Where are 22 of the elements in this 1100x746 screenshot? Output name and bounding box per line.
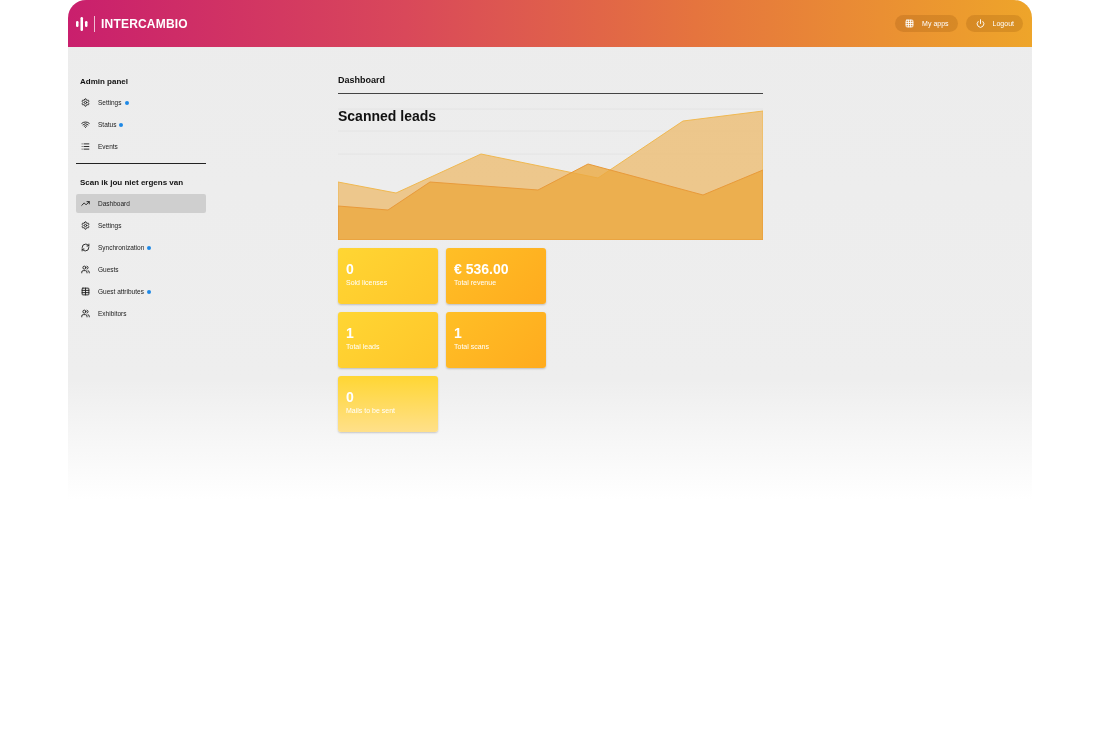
- settings-icon: [81, 221, 90, 230]
- settings-icon: [81, 98, 90, 107]
- people-icon: [81, 309, 90, 318]
- stat-value: 1: [346, 325, 355, 341]
- chart-title: Scanned leads: [338, 108, 437, 124]
- brand-name: INTERCAMBIO: [94, 15, 188, 32]
- trend-line-icon: [81, 199, 90, 208]
- logo-icon: [76, 16, 88, 31]
- list-icon: [81, 142, 90, 151]
- grid-icon: [905, 19, 915, 28]
- sync-icon: [81, 243, 90, 252]
- section-title: Scan ik jou niet ergens van: [79, 177, 185, 189]
- section-title: Admin panel: [79, 76, 129, 88]
- stat-value: 0: [346, 261, 355, 277]
- stat-value: € 536.00: [454, 261, 510, 277]
- table-icon: [81, 287, 90, 296]
- stat-value: 1: [454, 325, 463, 341]
- people-icon: [81, 265, 90, 274]
- page-title: Dashboard: [338, 75, 763, 94]
- wifi-icon: [81, 120, 90, 129]
- power-icon: [975, 19, 985, 28]
- stat-value: 0: [346, 389, 355, 405]
